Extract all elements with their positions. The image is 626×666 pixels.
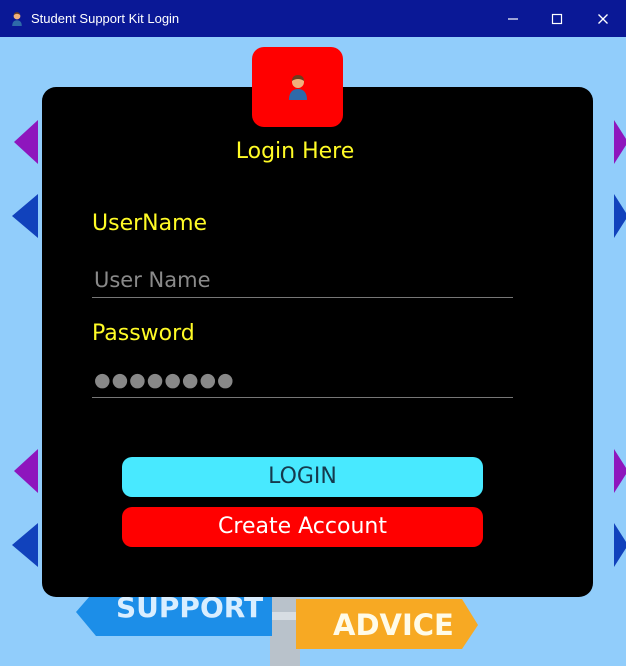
- login-button[interactable]: LOGIN: [122, 457, 483, 497]
- title-bar: Student Support Kit Login: [0, 0, 626, 37]
- password-mask: ●●●●●●●●: [94, 369, 235, 391]
- minimize-button[interactable]: [490, 0, 536, 37]
- username-input[interactable]: User Name: [92, 263, 513, 298]
- password-input[interactable]: ●●●●●●●●: [92, 363, 513, 398]
- signpost-pole: [270, 592, 300, 666]
- username-label: UserName: [92, 211, 208, 236]
- minimize-icon: [508, 17, 518, 20]
- background-area: SUPPORT ADVICE Login Here UserName User …: [0, 37, 626, 666]
- login-heading: Login Here: [235, 139, 355, 164]
- password-label: Password: [92, 321, 195, 346]
- window-title: Student Support Kit Login: [31, 11, 180, 26]
- user-icon: [12, 12, 22, 26]
- login-panel: Login Here UserName User Name Password ●…: [42, 87, 593, 597]
- avatar-badge: [252, 47, 343, 127]
- create-account-button[interactable]: Create Account: [122, 507, 483, 547]
- close-icon: [598, 13, 608, 24]
- maximize-button[interactable]: [534, 0, 580, 37]
- user-icon: [288, 75, 307, 100]
- username-placeholder: User Name: [94, 268, 211, 292]
- close-button[interactable]: [580, 0, 626, 37]
- maximize-icon: [551, 13, 563, 24]
- advice-sign-text: ADVICE: [333, 608, 454, 642]
